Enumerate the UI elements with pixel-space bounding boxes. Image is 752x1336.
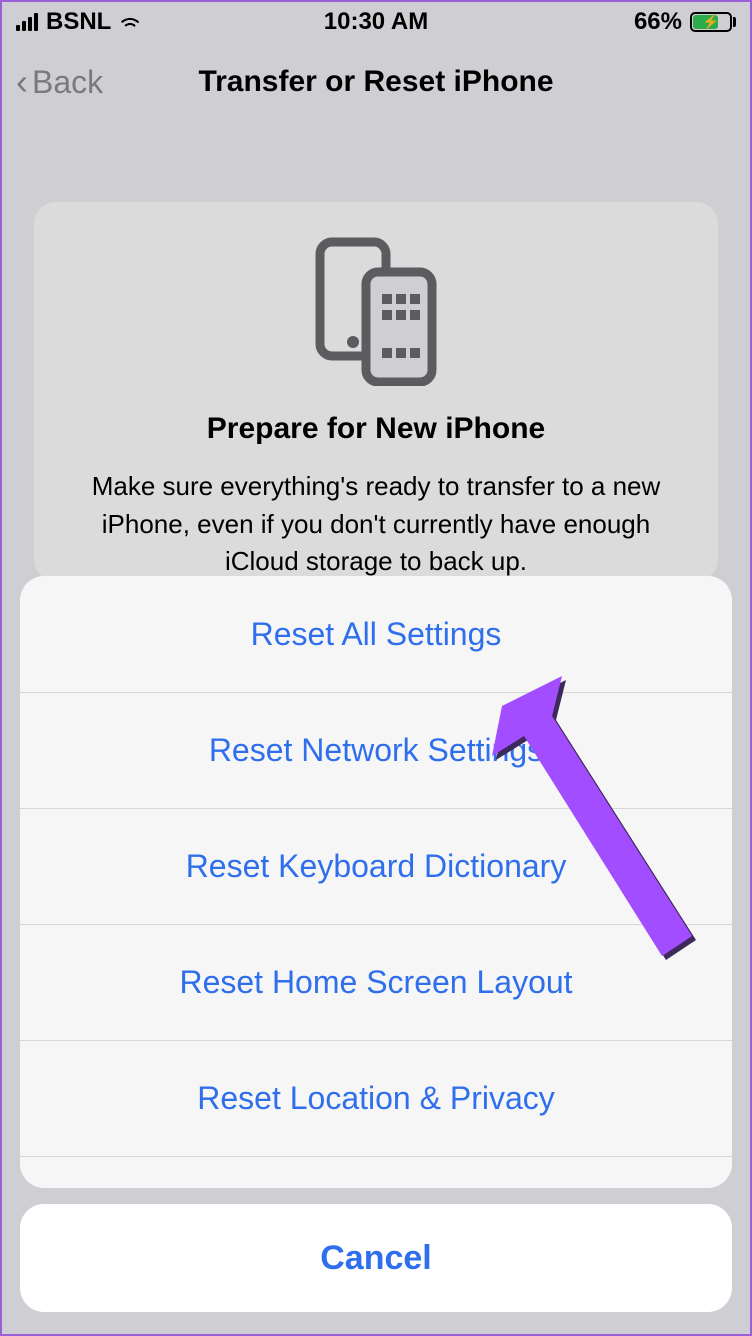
action-sheet: Reset All Settings Reset Network Setting… [2, 576, 750, 1334]
cell-signal-icon [16, 13, 38, 31]
back-button[interactable]: ‹ Back [16, 64, 103, 101]
battery-percent: 66% [634, 8, 682, 36]
reset-all-settings-button[interactable]: Reset All Settings [20, 576, 732, 692]
reset-keyboard-dictionary-button[interactable]: Reset Keyboard Dictionary [20, 808, 732, 924]
carrier-label: BSNL [46, 8, 111, 36]
nav-bar: ‹ Back Transfer or Reset iPhone [2, 42, 750, 122]
status-bar: BSNL 10:30 AM 66% ⚡ [2, 2, 750, 42]
prepare-card: Prepare for New iPhone Make sure everyth… [34, 202, 718, 581]
battery-icon: ⚡ [690, 12, 736, 32]
settings-screen: BSNL 10:30 AM 66% ⚡ ‹ Back Transfer or R… [2, 2, 750, 1334]
erase-all-content-button-peek[interactable] [20, 1156, 732, 1188]
clock: 10:30 AM [324, 8, 428, 36]
page-title: Transfer or Reset iPhone [2, 65, 750, 99]
cancel-button[interactable]: Cancel [20, 1204, 732, 1312]
two-phones-icon [306, 236, 446, 386]
reset-home-screen-layout-button[interactable]: Reset Home Screen Layout [20, 924, 732, 1040]
reset-network-settings-button[interactable]: Reset Network Settings [20, 692, 732, 808]
card-body: Make sure everything's ready to transfer… [64, 468, 688, 581]
reset-location-privacy-button[interactable]: Reset Location & Privacy [20, 1040, 732, 1156]
wifi-icon [119, 13, 141, 31]
card-heading: Prepare for New iPhone [64, 412, 688, 446]
chevron-left-icon: ‹ [16, 64, 28, 100]
reset-options-group: Reset All Settings Reset Network Setting… [20, 576, 732, 1188]
back-label: Back [32, 64, 103, 101]
